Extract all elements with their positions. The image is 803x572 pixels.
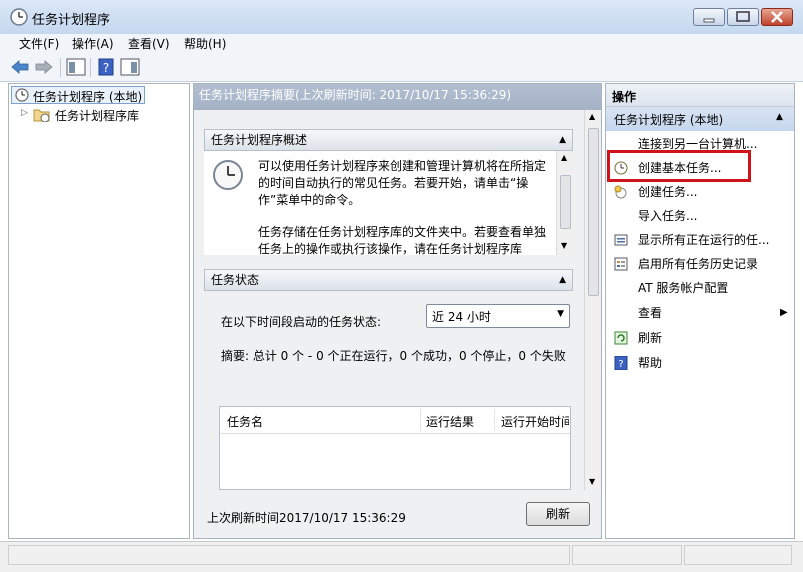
maximize-button[interactable] — [727, 8, 759, 26]
column-header[interactable]: 任务名 — [227, 413, 263, 430]
toolbar-divider — [60, 58, 61, 77]
status-panel — [684, 545, 792, 565]
actions-pane: 操作 任务计划程序 (本地) ▲ 连接到另一台计算机... 创建基本任务... … — [605, 83, 795, 539]
last-refresh-text: 上次刷新时间2017/10/17 15:36:29 — [207, 511, 406, 525]
history-icon — [614, 257, 628, 271]
tree-item-local[interactable]: 任务计划程序 (本地) — [11, 86, 145, 104]
action-help[interactable]: ? 帮助 — [614, 352, 789, 374]
svg-text:?: ? — [618, 359, 623, 370]
show-hide-action-pane-icon[interactable] — [120, 57, 140, 77]
status-bar — [0, 541, 803, 572]
close-button[interactable] — [761, 8, 793, 26]
status-panel — [8, 545, 570, 565]
chevron-down-icon: ▼ — [557, 309, 564, 319]
scrollbar-thumb[interactable] — [588, 128, 599, 296]
scrollbar-thumb[interactable] — [560, 175, 571, 229]
back-arrow-icon[interactable] — [10, 57, 30, 77]
task-table: 任务名 运行结果 运行开始时间 — [219, 406, 571, 490]
section-header-overview[interactable]: 任务计划程序概述 ▲ — [204, 129, 573, 151]
action-refresh[interactable]: 刷新 — [614, 327, 789, 349]
menu-view[interactable]: 查看(V) — [122, 34, 176, 54]
refresh-icon — [614, 331, 628, 345]
help-icon: ? — [614, 356, 628, 370]
collapse-arrow-icon[interactable]: ▲ — [776, 112, 783, 122]
summary-scroll-area: 任务计划程序概述 ▲ 可以使用任务计划程序来创建和管理计算机将在所指定的时间自动… — [194, 110, 601, 490]
tree-item-library[interactable]: 任务计划程序库 — [55, 107, 139, 124]
forward-arrow-icon[interactable] — [34, 57, 54, 77]
tree-item-label: 任务计划程序 (本地) — [33, 90, 143, 104]
column-header[interactable]: 运行结果 — [426, 413, 474, 430]
overview-text-2: 任务存储在任务计划程序库的文件夹中。若要查看单独任务上的操作或执行该操作，请在任… — [258, 225, 547, 255]
status-period-label: 在以下时间段启动的任务状态: — [221, 315, 382, 329]
submenu-arrow-icon: ▶ — [780, 307, 788, 318]
period-select[interactable]: 近 24 小时 ▼ — [426, 304, 570, 328]
refresh-button[interactable]: 刷新 — [526, 502, 590, 526]
task-icon — [614, 185, 627, 199]
action-show-running[interactable]: 显示所有正在运行的任... — [614, 229, 789, 251]
title-bar: 任务计划程序 — [0, 0, 803, 35]
navigation-tree: 任务计划程序 (本地) ▷ 任务计划程序库 — [8, 83, 190, 539]
expand-arrow-icon[interactable]: ▷ — [21, 108, 28, 118]
summary-pane: 任务计划程序摘要(上次刷新时间: 2017/10/17 15:36:29) 任务… — [193, 83, 602, 539]
status-panel — [572, 545, 682, 565]
collapse-arrow-icon[interactable]: ▲ — [559, 130, 566, 150]
menu-help[interactable]: 帮助(H) — [178, 34, 232, 54]
action-create-task[interactable]: 创建任务... — [614, 181, 789, 203]
folder-clock-icon — [33, 109, 50, 122]
show-hide-tree-icon[interactable] — [66, 57, 86, 77]
highlight-box — [607, 150, 751, 182]
table-header: 任务名 运行结果 运行开始时间 — [220, 407, 570, 434]
summary-footer: 上次刷新时间2017/10/17 15:36:29 刷新 — [194, 490, 601, 538]
overview-scrollbar[interactable]: ▲ ▼ — [556, 151, 573, 255]
toolbar: ? — [0, 54, 803, 82]
section-header-task-status[interactable]: 任务状态 ▲ — [204, 269, 573, 291]
action-view[interactable]: 查看 ▶ — [614, 302, 789, 324]
actions-group-header[interactable]: 任务计划程序 (本地) ▲ — [606, 107, 794, 131]
clock-icon — [213, 160, 243, 190]
toolbar-divider — [90, 58, 91, 77]
status-summary: 摘要: 总计 0 个 - 0 个正在运行，0 个成功，0 个停止，0 个失败 — [221, 349, 566, 363]
svg-text:?: ? — [103, 61, 109, 75]
clock-icon — [15, 88, 29, 102]
summary-scrollbar[interactable]: ▲ ▼ — [584, 110, 601, 490]
menu-file[interactable]: 文件(F) — [13, 34, 65, 54]
overview-text-1: 可以使用任务计划程序来创建和管理计算机将在所指定的时间自动执行的常见任务。若要开… — [258, 159, 547, 207]
overview-body: 可以使用任务计划程序来创建和管理计算机将在所指定的时间自动执行的常见任务。若要开… — [204, 151, 573, 255]
help-icon[interactable]: ? — [96, 57, 116, 77]
column-header[interactable]: 运行开始时间 — [501, 413, 569, 430]
action-import-task[interactable]: 导入任务... — [614, 205, 789, 227]
clock-icon — [10, 8, 28, 26]
menu-action[interactable]: 操作(A) — [66, 34, 120, 54]
action-at-service-account[interactable]: AT 服务帐户配置 — [614, 277, 789, 299]
action-enable-history[interactable]: 启用所有任务历史记录 — [614, 253, 789, 275]
summary-header: 任务计划程序摘要(上次刷新时间: 2017/10/17 15:36:29) — [194, 84, 601, 110]
running-tasks-icon — [614, 234, 628, 246]
collapse-arrow-icon[interactable]: ▲ — [559, 270, 566, 290]
menu-bar: 文件(F) 操作(A) 查看(V) 帮助(H) — [0, 34, 803, 54]
minimize-button[interactable] — [693, 8, 725, 26]
window-title: 任务计划程序 — [32, 13, 111, 28]
actions-header: 操作 — [606, 84, 794, 107]
